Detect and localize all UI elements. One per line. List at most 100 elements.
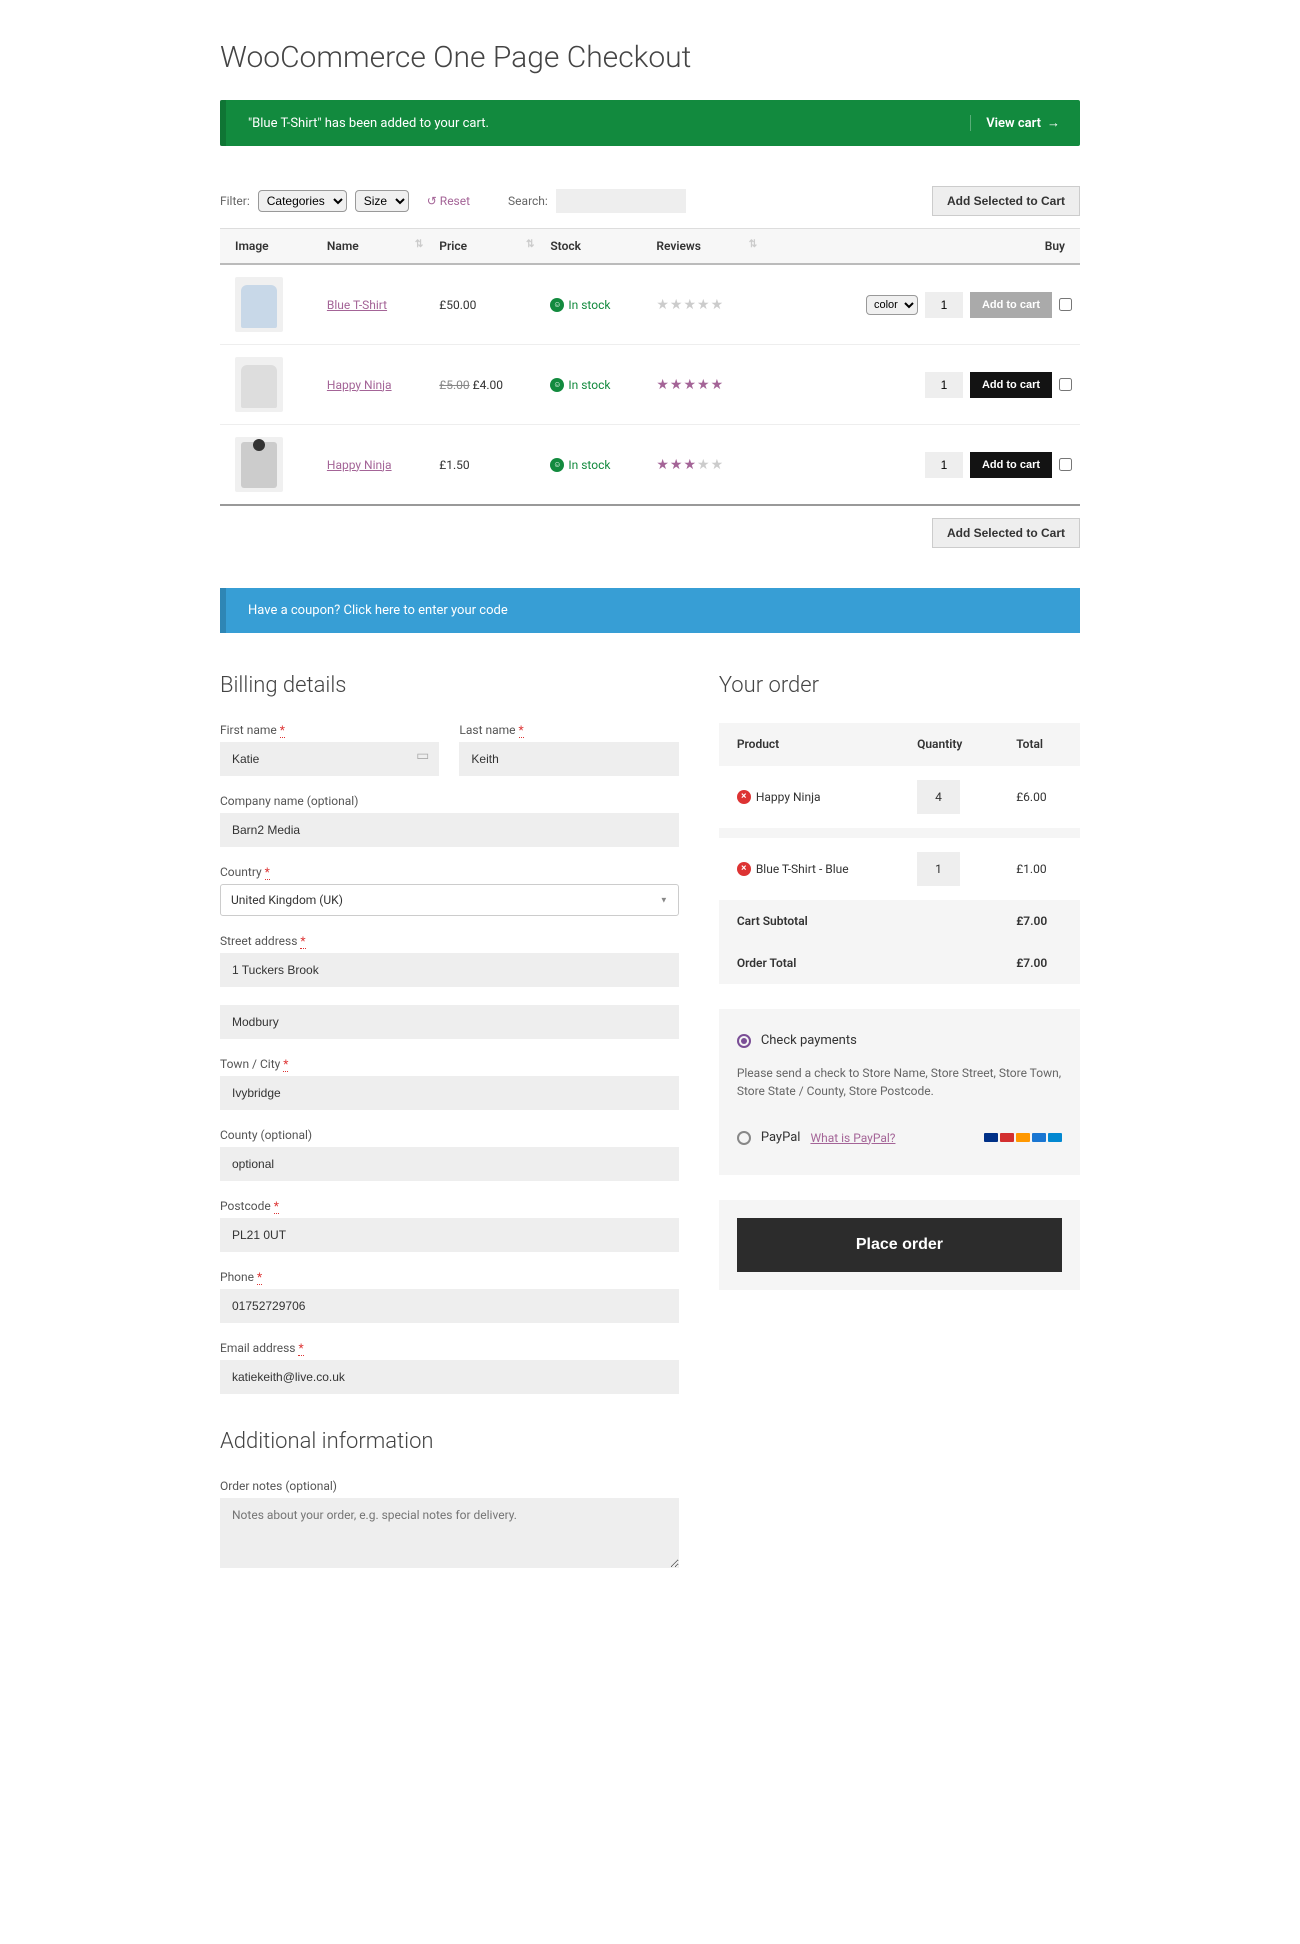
payment-paypal-option[interactable]: PayPal What is PayPal? [737,1124,896,1151]
radio-icon [737,1131,751,1145]
add-to-cart-button[interactable]: Add to cart [970,452,1052,478]
product-row: Happy Ninja £1.50 ☺ In stock ★★★★★ Add t… [220,425,1080,506]
product-name-link[interactable]: Happy Ninja [327,458,392,472]
subtotal-label: Cart Subtotal [719,900,998,942]
coupon-notice[interactable]: Have a coupon? Click here to enter your … [220,588,1080,633]
notes-label: Order notes (optional) [220,1479,679,1493]
add-selected-top-button[interactable]: Add Selected to Cart [932,186,1080,216]
stock-status: ☺ In stock [550,298,640,312]
email-input[interactable] [220,1360,679,1394]
view-cart-label: View cart [986,116,1041,131]
order-item-name: Happy Ninja [756,790,821,804]
select-checkbox[interactable] [1059,298,1072,311]
page-title: WooCommerce One Page Checkout [220,40,1080,75]
filter-label: Filter: [220,194,250,208]
city-label: Town / City * [220,1057,679,1071]
postcode-input[interactable] [220,1218,679,1252]
smiley-icon: ☺ [550,458,564,472]
qty-input[interactable] [925,292,963,318]
first-name-input[interactable] [220,742,439,776]
phone-input[interactable] [220,1289,679,1323]
qty-input[interactable] [925,372,963,398]
add-to-cart-button[interactable]: Add to cart [970,372,1052,398]
county-label: County (optional) [220,1128,679,1142]
categories-select[interactable]: Categories [258,190,347,212]
reset-label: Reset [440,194,470,208]
place-order-button[interactable]: Place order [737,1218,1062,1272]
th-price[interactable]: Price [431,229,542,265]
total-value: £7.00 [998,942,1080,984]
star-rating: ★★★★★ [656,297,724,313]
remove-icon[interactable]: × [737,790,751,804]
paypal-label: PayPal [761,1130,801,1145]
street1-input[interactable] [220,953,679,987]
payment-check-option[interactable]: Check payments [737,1027,1062,1054]
card-icons [984,1133,1062,1142]
remove-icon[interactable]: × [737,862,751,876]
reset-link[interactable]: ↺ Reset [427,194,470,208]
star-rating: ★★★★★ [656,377,724,393]
variant-select[interactable]: color [866,295,918,315]
additional-title: Additional information [220,1429,679,1454]
first-name-label: First name * [220,723,439,737]
phone-label: Phone * [220,1270,679,1284]
email-label: Email address * [220,1341,679,1355]
coupon-text: Have a coupon? Click here to enter your … [240,603,508,618]
order-item-name: Blue T-Shirt - Blue [756,862,849,876]
street2-input[interactable] [220,1005,679,1039]
subtotal-value: £7.00 [998,900,1080,942]
company-input[interactable] [220,813,679,847]
search-label: Search: [508,194,548,208]
order-title: Your order [719,673,1080,698]
select-checkbox[interactable] [1059,458,1072,471]
check-label: Check payments [761,1033,857,1048]
th-buy: Buy [765,229,1080,265]
qty-input[interactable] [925,452,963,478]
product-thumb [235,437,283,492]
add-to-cart-button[interactable]: Add to cart [970,292,1052,318]
check-description: Please send a check to Store Name, Store… [737,1054,1062,1118]
contact-card-icon: ▭ [416,748,429,764]
last-name-input[interactable] [459,742,678,776]
country-label: Country * [220,865,679,879]
stock-status: ☺ In stock [550,378,640,392]
product-row: Blue T-Shirt £50.00 ☺ In stock ★★★★★ col… [220,264,1080,345]
size-select[interactable]: Size [355,190,409,212]
notice-text: "Blue T-Shirt" has been added to your ca… [240,116,489,131]
product-table: Image Name Price Stock Reviews Buy Blue … [220,228,1080,506]
product-row: Happy Ninja £5.00 £4.00 ☺ In stock ★★★★★… [220,345,1080,425]
add-selected-bottom-button[interactable]: Add Selected to Cart [932,518,1080,548]
city-input[interactable] [220,1076,679,1110]
product-name-link[interactable]: Happy Ninja [327,378,392,392]
order-item-row: × Blue T-Shirt - Blue 1 £1.00 [719,833,1080,900]
paypal-what-link[interactable]: What is PayPal? [810,1131,895,1145]
county-input[interactable] [220,1147,679,1181]
total-label: Order Total [719,942,998,984]
order-table: Product Quantity Total ×Happy Ninja 4 £6… [719,723,1080,984]
smiley-icon: ☺ [550,298,564,312]
country-select[interactable]: United Kingdom (UK) [220,884,679,916]
order-th-total: Total [998,723,1080,766]
view-cart-link[interactable]: View cart [970,115,1060,131]
product-price: £5.00 £4.00 [431,345,542,425]
select-checkbox[interactable] [1059,378,1072,391]
undo-icon: ↺ [427,194,437,208]
product-name-link[interactable]: Blue T-Shirt [327,298,387,312]
stock-status: ☺ In stock [550,458,640,472]
th-name[interactable]: Name [319,229,431,265]
product-thumb [235,357,283,412]
th-reviews[interactable]: Reviews [648,229,765,265]
notes-textarea[interactable] [220,1498,679,1568]
smiley-icon: ☺ [550,378,564,392]
search-input[interactable] [556,189,686,213]
order-th-product: Product [719,723,899,766]
order-item-total: £6.00 [998,766,1080,834]
cart-notice: "Blue T-Shirt" has been added to your ca… [220,100,1080,146]
filter-bar: Filter: Categories Size ↺ Reset Search: … [220,186,1080,216]
order-item-qty[interactable]: 1 [917,852,960,886]
street-label: Street address * [220,934,679,948]
arrow-right-icon [1047,115,1060,131]
order-item-total: £1.00 [998,833,1080,900]
order-item-qty[interactable]: 4 [917,780,960,814]
th-image: Image [220,229,319,265]
